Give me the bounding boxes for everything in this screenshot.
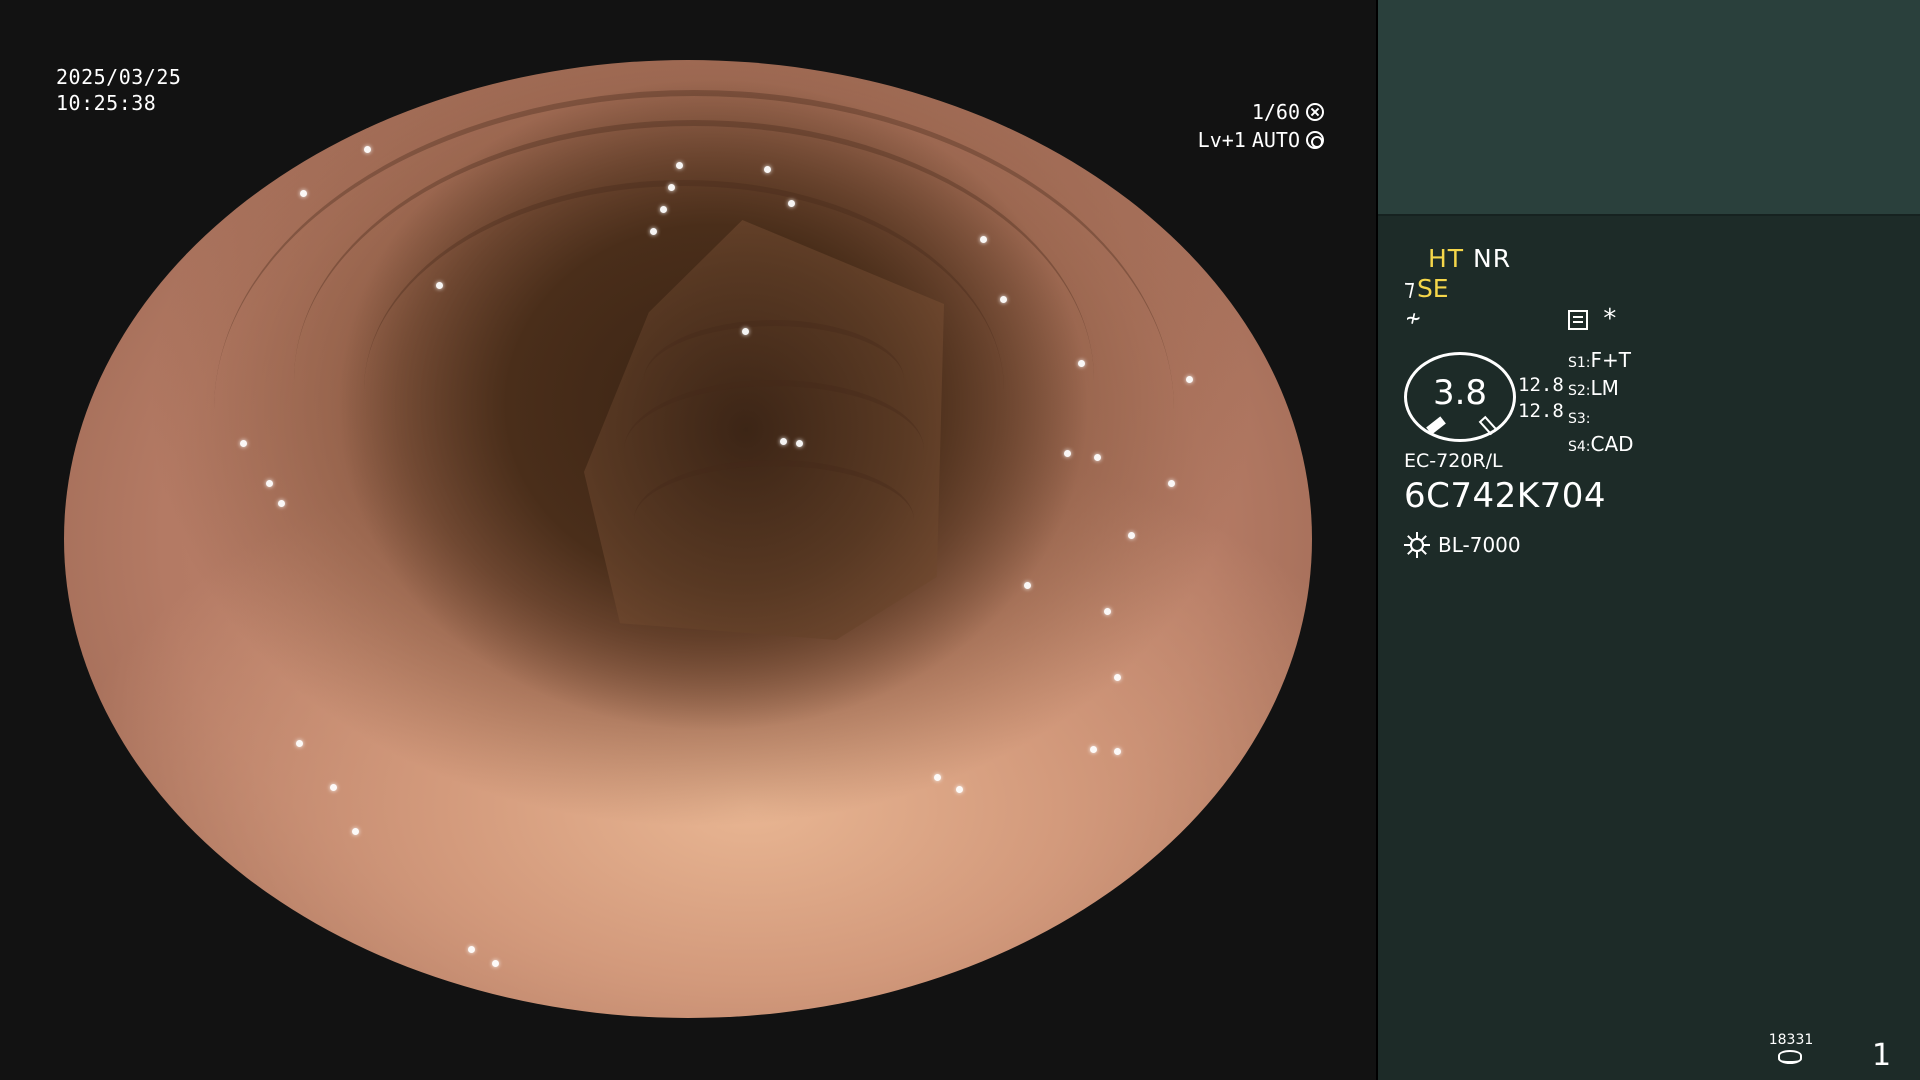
shutter-row: 1/60 [1124,98,1324,126]
mode-nr: NR [1473,244,1512,273]
glint [780,438,787,445]
glint [1078,360,1085,367]
glint [240,440,247,447]
scope-serial: 6C742K704 [1404,476,1606,516]
auto-iris-icon [1306,131,1324,149]
glint [278,500,285,507]
gauge-side-values: 12.8 12.8 [1518,372,1564,424]
softkey-2: S2:LM [1568,376,1619,400]
shutter-speed: 1/60 [1251,100,1300,124]
softkey-1: S1:F+T [1568,348,1631,372]
softkey-3: S3: [1568,411,1591,427]
time-text: 10:25:38 [56,91,157,115]
glint [934,774,941,781]
glint [1094,454,1101,461]
endoscope-image [64,60,1312,1018]
glint [468,946,475,953]
glint [436,282,443,289]
glint [1090,746,1097,753]
glint [330,784,337,791]
glint [1114,748,1121,755]
glint [296,740,303,747]
structure-mode: ⁊ SE [1404,274,1449,303]
softkey-4: S4:CAD [1568,432,1634,456]
level-text: Lv+1 [1197,128,1246,152]
glint [788,200,795,207]
structure-icon: ⁊ [1404,276,1415,301]
exposure-mode-text: AUTO [1251,128,1300,152]
colon-view [64,60,1312,1018]
info-panel: HT NR ⁊ SE ≁ * 3.8 12.8 12.8 S1:F+T S2:L… [1376,0,1920,1080]
color-enhance-icon: ≁ [1406,304,1421,332]
shutter-icon [1306,103,1324,121]
light-source: BL-7000 [1404,532,1521,558]
panel-header-area [1378,0,1920,216]
iris-gauge: 3.8 [1404,352,1516,442]
glint [764,166,771,173]
endoscope-video-area: 2025/03/25 10:25:38 1/60 Lv+1 AUTO [0,0,1376,1080]
glint [1064,450,1071,457]
glint [1128,532,1135,539]
glint [1024,582,1031,589]
glint [364,146,371,153]
gauge-value: 3.8 [1432,373,1488,413]
glint [300,190,307,197]
glint [668,184,675,191]
mode-ht: HT [1428,244,1465,273]
softkey-list: S1:F+T S2:LM S3: S4:CAD [1568,348,1634,460]
gauge-needle [1426,416,1446,435]
glint [676,162,683,169]
page-number: 1 [1872,1038,1892,1073]
date-time: 2025/03/25 10:25:38 [56,64,181,116]
image-counter: 18331 [1768,1032,1814,1048]
scope-model: EC-720R/L [1404,450,1503,472]
glint [492,960,499,967]
glint [742,328,749,335]
glint [1000,296,1007,303]
glint [796,440,803,447]
glint [1186,376,1193,383]
disk-icon [1778,1050,1802,1064]
exposure-info: 1/60 Lv+1 AUTO [1124,98,1324,154]
glint [660,206,667,213]
glint [956,786,963,793]
memo-icon [1568,310,1588,330]
light-source-model: BL-7000 [1438,533,1521,557]
asterisk-icon: * [1602,304,1618,334]
lumen-fold [634,460,914,580]
gauge-side-1: 12.8 [1518,374,1564,396]
mode-se: SE [1416,274,1449,303]
mode-indicators: HT NR [1428,244,1511,273]
glint [980,236,987,243]
gauge-side-2: 12.8 [1518,400,1564,422]
gauge-mark [1478,415,1498,436]
glint [1168,480,1175,487]
glint [1114,674,1121,681]
glint [650,228,657,235]
glint [1104,608,1111,615]
glint [266,480,273,487]
light-source-icon [1404,532,1430,558]
date-text: 2025/03/25 [56,65,182,89]
glint [352,828,359,835]
exposure-mode-row: Lv+1 AUTO [1124,126,1324,154]
